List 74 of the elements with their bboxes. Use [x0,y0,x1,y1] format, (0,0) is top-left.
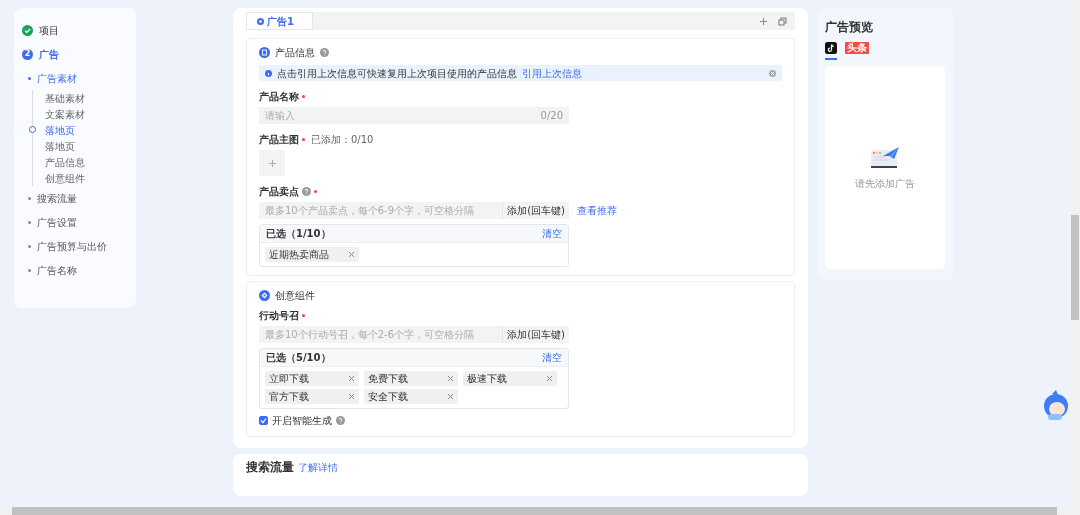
tag-label: 立即下载 [269,372,309,386]
nav-item[interactable]: 广告名称 [37,262,77,278]
close-icon[interactable] [546,375,553,382]
help-icon [320,48,329,57]
status-icon [257,17,264,25]
platform-tab[interactable]: 头条 [845,40,869,60]
step-number: 2 [22,48,33,60]
checkbox[interactable] [259,416,268,425]
nav-subitem[interactable]: 文案素材 [45,106,85,122]
step-label[interactable]: 广告 [39,46,59,62]
close-icon[interactable] [348,251,355,258]
step-label[interactable]: 项目 [39,22,59,38]
nav-item[interactable]: 广告素材 [37,70,77,86]
nav-subitem[interactable]: 产品信息 [45,154,85,170]
help-icon [336,416,345,425]
recommend-link[interactable]: 查看推荐 [577,203,617,218]
nav-subitem[interactable]: 落地页 [45,138,75,154]
nav-subitem[interactable]: 基础素材 [45,90,85,106]
nav-subitem[interactable]: 创意组件 [45,170,85,186]
preview-title: 广告预览 [825,19,874,36]
envelope-plane-drawing [869,144,901,170]
add-button[interactable]: 添加(回车键) [502,202,569,219]
text-field[interactable]: 最多10个行动号召，每个2-6个字，可空格分隔 [259,326,503,343]
plus-icon [268,159,276,167]
plus-icon[interactable] [759,16,768,26]
ad-tab[interactable]: 广告1 [246,12,313,30]
nav-subitem[interactable]: 落地页 [45,122,75,138]
add-button[interactable]: 添加(回车键) [502,326,569,343]
selected-count: 已选（1/10） [266,227,331,241]
info-icon [265,69,272,77]
check-circle-icon [22,24,33,36]
nav-item[interactable]: 广告设置 [37,214,77,230]
info-text: 点击引用上次信息可快速复用上次项目使用的产品信息 [277,66,517,81]
close-icon[interactable] [447,393,454,400]
assistant-icon[interactable] [1042,390,1070,422]
section-heading: 搜索流量 [246,459,294,476]
checkbox-label: 开启智能生成 [272,414,332,428]
close-icon[interactable] [348,375,355,382]
char-counter: 0/20 [534,107,569,124]
selected-count: 已选（5/10） [266,351,331,365]
details-link[interactable]: 了解详情 [298,460,338,475]
upload-count: 已添加：0/10 [311,133,374,147]
section-title: 产品信息 [275,46,315,60]
help-icon [302,187,311,196]
reuse-link[interactable]: 引用上次信息 [522,65,582,81]
empty-hint: 请先添加广告 [855,177,915,191]
copy-icon[interactable] [778,16,787,26]
horizontal-scrollbar[interactable] [0,507,1080,515]
field-label: 产品名称 [259,90,299,104]
text-field[interactable]: 请输入 [259,107,535,124]
platform-tab[interactable] [825,40,837,60]
close-icon[interactable] [447,375,454,382]
platform-badge: 头条 [845,42,869,54]
tag-label: 极速下载 [467,372,507,386]
tag-label: 免费下载 [368,372,408,386]
music-note-icon [825,42,837,54]
nav-item[interactable]: 广告预算与出价 [37,238,107,254]
field-label: 行动号召 [259,309,299,323]
document-icon [259,47,270,58]
field-label: 产品主图 [259,133,299,147]
clear-link[interactable]: 清空 [542,350,562,365]
tag-label: 官方下载 [269,390,309,404]
text-field[interactable]: 最多10个产品卖点，每个6-9个字，可空格分隔 [259,202,503,219]
tag-label: 近期热卖商品 [269,248,329,262]
close-icon[interactable] [348,393,355,400]
tag-label: 安全下载 [368,390,408,404]
clear-link[interactable]: 清空 [542,226,562,241]
field-label: 产品卖点 [259,185,299,199]
component-icon [259,290,270,301]
vertical-scrollbar[interactable] [1070,0,1080,507]
nav-item[interactable]: 搜索流量 [37,190,77,206]
close-icon[interactable] [769,69,776,77]
check-icon [260,417,267,424]
section-title: 创意组件 [275,289,315,303]
